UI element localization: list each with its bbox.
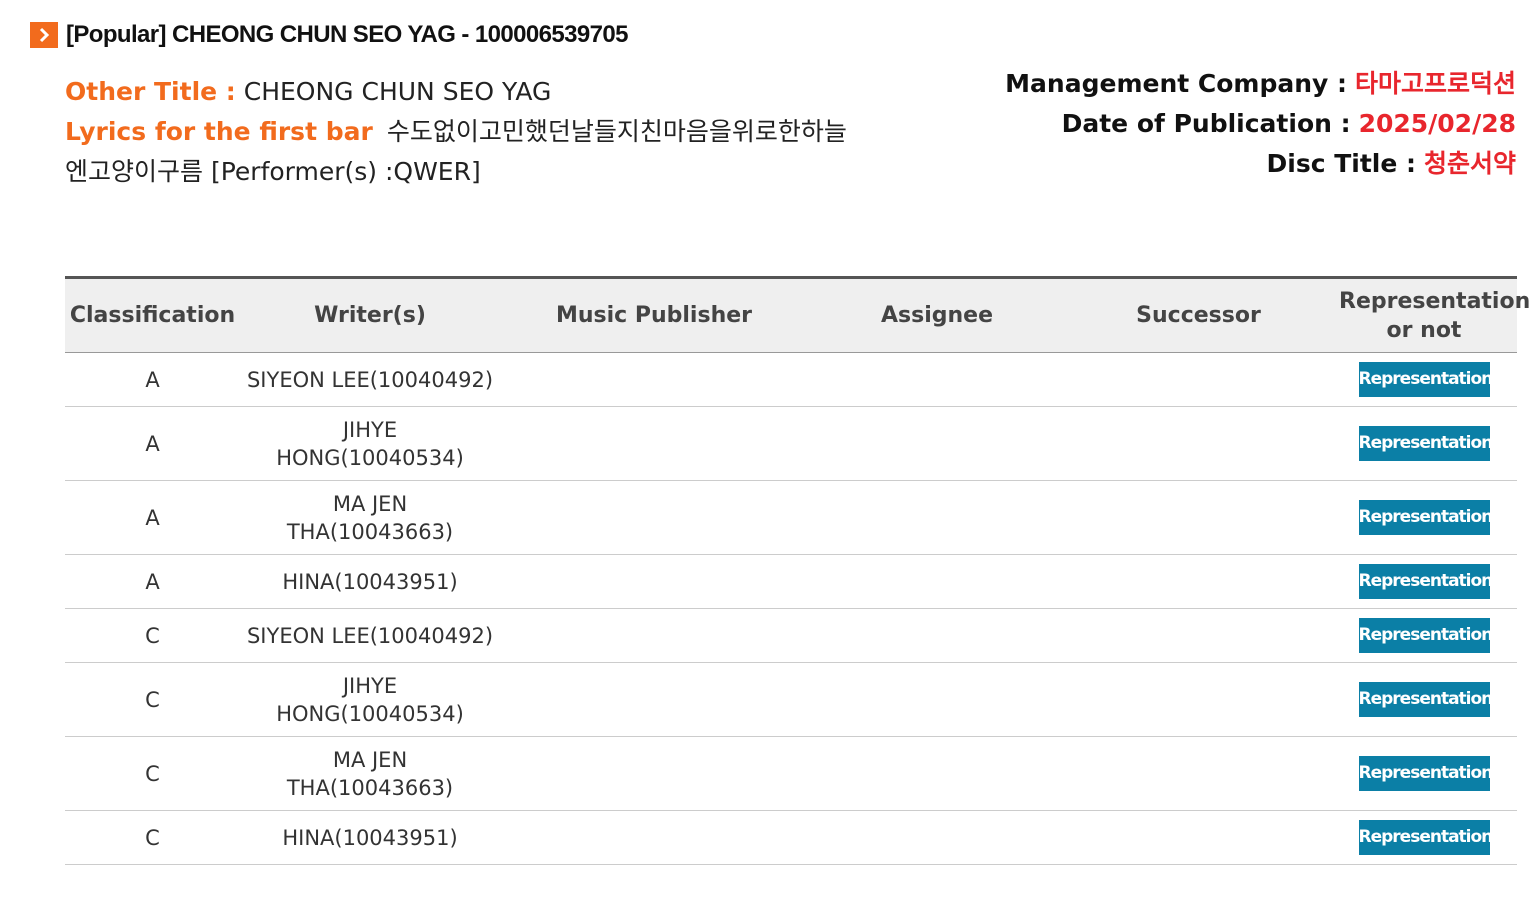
col-music-publisher: Music Publisher: [555, 303, 753, 328]
publisher-cell: [500, 554, 808, 609]
classification-cell: C: [65, 810, 240, 865]
table-header-row: Classification Writer(s) Music Publisher…: [65, 277, 1531, 353]
lyrics-row-2: 엔고양이구름 [Performer(s) :QWER]: [65, 152, 945, 192]
other-title-label: Other Title :: [65, 77, 236, 106]
table-row: A SIYEON LEE(10040492) Representation: [65, 352, 1517, 407]
publication-info: Management Company : 타마고프로덕션 Date of Pub…: [1005, 64, 1516, 184]
assignee-cell: [808, 736, 1066, 811]
representation-button[interactable]: Representation: [1358, 682, 1493, 717]
representation-cell: Representation: [1331, 608, 1517, 663]
col-writers: Writer(s): [314, 303, 426, 328]
lyrics-label: Lyrics for the first bar: [65, 117, 373, 146]
successor-cell: [1066, 406, 1331, 481]
classification-cell: A: [65, 406, 240, 481]
representation-cell: Representation: [1331, 554, 1517, 609]
lyrics-value-continued: 엔고양이구름: [65, 157, 204, 186]
successor-cell: [1066, 810, 1331, 865]
lyrics-row: Lyrics for the first bar 수도없이고민했던날들지친마음을위…: [65, 112, 945, 152]
disc-value: 청춘서약: [1423, 149, 1516, 178]
publisher-cell: [500, 480, 808, 555]
representation-cell: Representation: [1331, 736, 1517, 811]
date-row: Date of Publication : 2025/02/28: [1005, 104, 1516, 144]
writer-cell: JIHYE HONG(10040534): [240, 662, 500, 737]
assignee-cell: [808, 554, 1066, 609]
work-info: Other Title : CHEONG CHUN SEO YAG Lyrics…: [65, 72, 945, 192]
publisher-cell: [500, 662, 808, 737]
representation-cell: Representation: [1331, 352, 1517, 407]
classification-cell: C: [65, 736, 240, 811]
representation-cell: Representation: [1331, 480, 1517, 555]
col-assignee: Assignee: [880, 303, 993, 328]
table-row: A MA JEN THA(10043663) Representation: [65, 480, 1517, 555]
writer-cell: MA JEN THA(10043663): [240, 736, 500, 811]
writer-cell: SIYEON LEE(10040492): [240, 352, 500, 407]
table-row: C HINA(10043951) Representation: [65, 810, 1517, 865]
performer: [Performer(s) :QWER]: [210, 157, 481, 186]
writer-cell: JIHYE HONG(10040534): [240, 406, 500, 481]
rights-table: Classification Writer(s) Music Publisher…: [65, 276, 1531, 865]
representation-cell: Representation: [1331, 406, 1517, 481]
successor-cell: [1066, 554, 1331, 609]
table-row: C MA JEN THA(10043663) Representation: [65, 736, 1517, 811]
successor-cell: [1066, 352, 1331, 407]
representation-cell: Representation: [1331, 810, 1517, 865]
representation-button[interactable]: Representation: [1358, 820, 1493, 855]
representation-button[interactable]: Representation: [1358, 618, 1493, 653]
representation-button[interactable]: Representation: [1358, 500, 1493, 535]
representation-button[interactable]: Representation: [1358, 756, 1493, 791]
col-representation: Representation or not: [1339, 288, 1531, 343]
assignee-cell: [808, 810, 1066, 865]
table-row: A JIHYE HONG(10040534) Representation: [65, 406, 1517, 481]
date-value: 2025/02/28: [1358, 109, 1516, 138]
other-title-value: CHEONG CHUN SEO YAG: [243, 77, 552, 106]
writer-cell: HINA(10043951): [240, 554, 500, 609]
page-title: [Popular] CHEONG CHUN SEO YAG - 10000653…: [66, 21, 628, 48]
successor-cell: [1066, 608, 1331, 663]
disc-row: Disc Title : 청춘서약: [1005, 144, 1517, 184]
representation-button[interactable]: Representation: [1358, 564, 1493, 599]
management-label: Management Company :: [1005, 69, 1348, 98]
assignee-cell: [808, 406, 1066, 481]
representation-button[interactable]: Representation: [1358, 426, 1493, 461]
disc-label: Disc Title :: [1266, 149, 1417, 178]
publisher-cell: [500, 352, 808, 407]
publisher-cell: [500, 608, 808, 663]
management-row: Management Company : 타마고프로덕션: [1005, 64, 1516, 104]
assignee-cell: [808, 480, 1066, 555]
classification-cell: A: [65, 480, 240, 555]
other-title-row: Other Title : CHEONG CHUN SEO YAG: [65, 72, 945, 112]
col-classification: Classification: [69, 303, 236, 328]
writer-cell: MA JEN THA(10043663): [240, 480, 500, 555]
table-row: A HINA(10043951) Representation: [65, 554, 1517, 609]
assignee-cell: [808, 662, 1066, 737]
management-value: 타마고프로덕션: [1354, 69, 1516, 98]
publisher-cell: [500, 406, 808, 481]
successor-cell: [1066, 662, 1331, 737]
representation-button[interactable]: Representation: [1358, 362, 1493, 397]
publisher-cell: [500, 736, 808, 811]
writer-cell: HINA(10043951): [240, 810, 500, 865]
chevron-right-icon: [30, 22, 58, 48]
representation-cell: Representation: [1331, 662, 1517, 737]
classification-cell: A: [65, 352, 240, 407]
classification-cell: C: [65, 608, 240, 663]
classification-cell: A: [65, 554, 240, 609]
assignee-cell: [808, 352, 1066, 407]
table-row: C SIYEON LEE(10040492) Representation: [65, 608, 1517, 663]
successor-cell: [1066, 736, 1331, 811]
lyrics-value: 수도없이고민했던날들지친마음을위로한하늘: [386, 117, 847, 146]
publisher-cell: [500, 810, 808, 865]
classification-cell: C: [65, 662, 240, 737]
col-successor: Successor: [1136, 303, 1261, 328]
writer-cell: SIYEON LEE(10040492): [240, 608, 500, 663]
date-label: Date of Publication :: [1061, 109, 1351, 138]
table-row: C JIHYE HONG(10040534) Representation: [65, 662, 1517, 737]
successor-cell: [1066, 480, 1331, 555]
page-header: [Popular] CHEONG CHUN SEO YAG - 10000653…: [30, 20, 628, 50]
assignee-cell: [808, 608, 1066, 663]
